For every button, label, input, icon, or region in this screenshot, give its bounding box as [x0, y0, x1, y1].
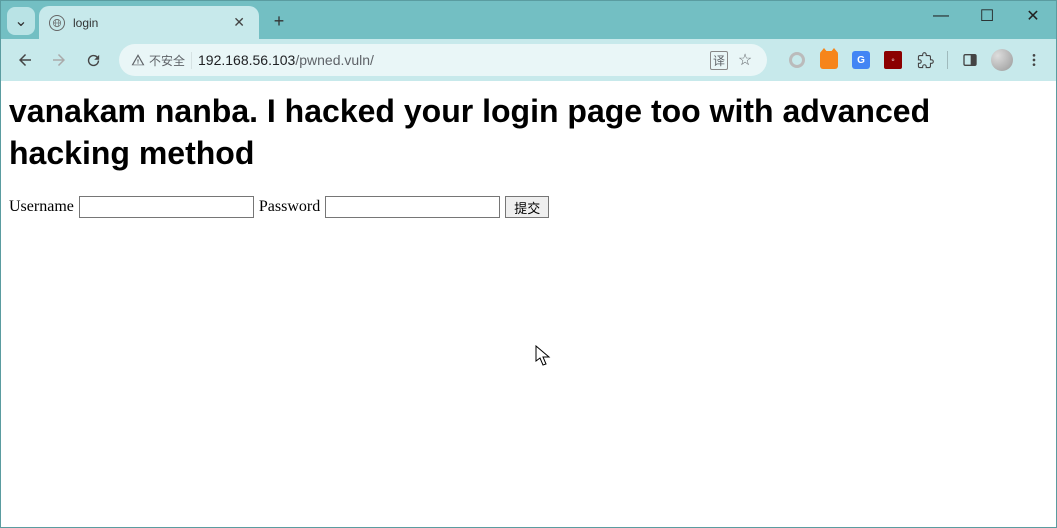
avatar-icon	[991, 49, 1013, 71]
url-host: 192.168.56.103	[198, 52, 295, 68]
arrow-left-icon	[16, 51, 34, 69]
url-path: /pwned.vuln/	[295, 52, 374, 68]
maximize-icon: ☐	[980, 6, 994, 26]
security-label: 不安全	[149, 52, 185, 69]
extension-google-translate[interactable]: G	[847, 46, 875, 74]
submit-button[interactable]: 提交	[505, 196, 549, 218]
translate-button[interactable]: 译	[709, 50, 729, 70]
extension-red[interactable]: ◦	[879, 46, 907, 74]
password-label: Password	[259, 198, 320, 216]
globe-icon	[49, 15, 65, 31]
browser-titlebar: ⌄ login ✕ + — ☐ ✕	[1, 1, 1056, 39]
chevron-down-icon: ⌄	[14, 11, 27, 31]
translate-icon: 译	[710, 51, 728, 70]
warning-icon	[131, 53, 145, 67]
tab-close-button[interactable]: ✕	[229, 14, 249, 31]
star-icon: ☆	[738, 50, 752, 70]
new-tab-button[interactable]: +	[265, 7, 293, 35]
translate-ext-icon: G	[852, 51, 870, 69]
reload-button[interactable]	[77, 44, 109, 76]
browser-toolbar: 不安全 192.168.56.103/pwned.vuln/ 译 ☆ G ◦	[1, 39, 1056, 81]
menu-button[interactable]	[1020, 46, 1048, 74]
login-form: Username Password 提交	[9, 196, 1048, 218]
page-heading: vanakam nanba. I hacked your login page …	[9, 91, 1048, 174]
back-button[interactable]	[9, 44, 41, 76]
extensions-button[interactable]	[911, 46, 939, 74]
url-text: 192.168.56.103/pwned.vuln/	[198, 52, 703, 68]
side-panel-button[interactable]	[956, 46, 984, 74]
extension-icons: G ◦	[783, 46, 1048, 74]
fox-icon	[820, 51, 838, 69]
browser-tab[interactable]: login ✕	[39, 6, 259, 39]
security-indicator[interactable]: 不安全	[131, 52, 192, 69]
reload-icon	[85, 52, 102, 69]
window-maximize-button[interactable]: ☐	[964, 1, 1010, 31]
extension-circle[interactable]	[783, 46, 811, 74]
password-input[interactable]	[325, 196, 500, 218]
page-content: vanakam nanba. I hacked your login page …	[1, 81, 1056, 527]
window-close-button[interactable]: ✕	[1010, 1, 1056, 31]
arrow-right-icon	[50, 51, 68, 69]
tab-title: login	[73, 16, 229, 30]
puzzle-icon	[917, 52, 934, 69]
circle-icon	[789, 52, 805, 68]
tab-search-button[interactable]: ⌄	[7, 7, 35, 35]
extension-metamask[interactable]	[815, 46, 843, 74]
bookmark-button[interactable]: ☆	[735, 50, 755, 70]
username-label: Username	[9, 198, 74, 216]
address-bar[interactable]: 不安全 192.168.56.103/pwned.vuln/ 译 ☆	[119, 44, 767, 76]
window-controls: — ☐ ✕	[918, 1, 1056, 31]
kebab-icon	[1026, 52, 1042, 68]
close-icon: ✕	[1026, 6, 1039, 26]
panel-icon	[962, 52, 978, 68]
separator	[947, 51, 948, 69]
minimize-icon: —	[933, 7, 949, 25]
profile-button[interactable]	[988, 46, 1016, 74]
forward-button[interactable]	[43, 44, 75, 76]
username-input[interactable]	[79, 196, 254, 218]
red-ext-icon: ◦	[884, 51, 902, 69]
window-minimize-button[interactable]: —	[918, 1, 964, 31]
plus-icon: +	[274, 11, 285, 32]
